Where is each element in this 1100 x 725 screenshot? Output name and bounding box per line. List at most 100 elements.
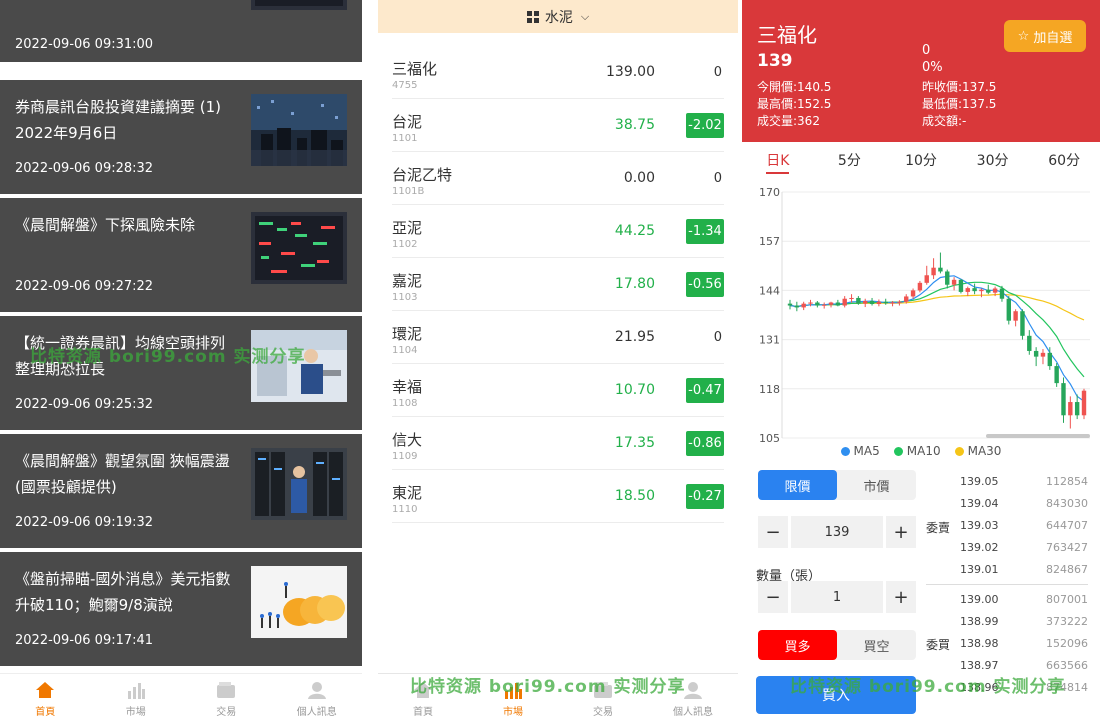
tab-60min[interactable]: 60分 [1028,148,1100,176]
stock-change: 0 [713,330,722,345]
ask-price: 139.05 [960,475,999,488]
candle-body [938,267,943,272]
stock-row[interactable]: 台泥乙特 1101B 0.00 0 [392,152,724,205]
tab-trade-label: 交易 [216,707,237,718]
candle-body [842,298,847,306]
news-item[interactable]: 《晨間解盤》觀望氛圍 狹幅震盪(國票投顧提供) 2022-09-06 09:19… [0,434,362,550]
sell-short-button[interactable]: 買空 [837,630,916,660]
news-time: 2022-09-06 09:25:32 [15,397,154,412]
tab-30min[interactable]: 30分 [957,148,1029,176]
category-selector[interactable]: 水泥 ⌵ [378,0,738,33]
ask-price: 139.01 [960,563,999,576]
city-night-image [251,94,347,166]
news-title: 《晨間解盤》下探風險未除 [15,216,196,234]
candle-body [849,297,854,299]
category-label: 水泥 [544,9,573,26]
ask-qty: 843030 [1046,497,1088,510]
tab-10min[interactable]: 10分 [885,148,957,176]
tab-market[interactable]: 市場 [91,674,182,725]
user-icon [684,682,702,699]
candle-body [787,303,793,306]
news-time: 2022-09-06 09:17:41 [15,633,154,648]
add-to-watchlist-button[interactable]: ☆ 加自選 [1004,20,1086,52]
stock-code: 1108 [392,398,418,409]
y-tick-label: 131 [759,334,780,347]
candle-body [815,302,820,306]
increase-quantity-button[interactable]: + [886,581,916,613]
ma30-line [789,293,1085,321]
stock-row[interactable]: 亞泥 1102 44.25 -1.34 [392,205,724,258]
candle-body [863,300,868,304]
tab-5min[interactable]: 5分 [814,148,886,176]
tab-daily-k[interactable]: 日K [742,148,814,176]
news-item[interactable]: 券商晨訊台股投資建議摘要 (1) 2022年9月6日 2022-09-06 09… [0,80,362,196]
stock-name: 環泥 [392,325,423,343]
stock-price: 17.80 [614,276,655,292]
candle-body [917,282,923,291]
stock-change: -0.47 [686,378,724,403]
stock-name: 信大 [392,431,423,449]
tab-trade-label: 交易 [593,707,613,718]
candle-body [1033,350,1039,357]
decrease-price-button[interactable]: − [758,516,788,548]
tab-home[interactable]: 首頁 [0,674,91,725]
candle-body [801,303,806,308]
decrease-quantity-button[interactable]: − [758,581,788,613]
stock-row[interactable]: 環泥 1104 21.95 0 [392,311,724,364]
stock-row[interactable]: 三福化 4755 139.00 0 [392,46,724,99]
tab-label: 日K [766,153,790,174]
ma10-line [789,281,1085,378]
stock-price: 18.50 [614,488,655,504]
stock-row[interactable]: 信大 1109 17.35 -0.86 [392,417,724,470]
news-item[interactable]: 【統一證券晨訊】均線空頭排列 整理期恐拉長 2022-09-06 09:25:3… [0,316,362,432]
stock-detail-panel: 三福化 139 0 0% 今開價:140.5 昨收價:137.5 最高價:152… [742,0,1100,725]
tab-trade[interactable]: 交易 [181,674,272,725]
bid-label: 委買 [926,638,951,652]
stock-row[interactable]: 嘉泥 1103 17.80 -0.56 [392,258,724,311]
news-item[interactable]: 2022-09-06 09:31:00 [0,0,362,64]
y-tick-label: 144 [759,284,780,297]
stock-row[interactable]: 台泥 1101 38.75 -2.02 [392,99,724,152]
chart-scrollbar [986,434,1090,438]
news-thumbnail [251,94,347,166]
price-input[interactable]: 139 [791,516,883,548]
stock-change: 0 [713,171,722,186]
orange-coins-image [251,566,347,638]
market-order-button[interactable]: 市價 [837,470,916,500]
ask-price: 139.03 [960,519,999,532]
buy-long-button[interactable]: 買多 [758,630,837,660]
tab-profile[interactable]: 個人訊息 [272,674,363,725]
limit-order-button[interactable]: 限價 [758,470,837,500]
candle-body [1054,366,1059,384]
quantity-input[interactable]: 1 [791,581,883,613]
news-item[interactable]: 《晨間解盤》下探風險未除 2022-09-06 09:27:22 [0,198,362,314]
bid-qty: 152096 [1046,637,1088,650]
tab-home-label: 首頁 [35,707,56,718]
candle-body [1061,383,1066,416]
stock-change: -1.34 [686,219,724,244]
turnover-amount: 成交額:- [922,114,967,128]
candle-body [979,289,984,292]
bid-row: 139.00 807001 [960,593,1088,614]
volume: 成交量:362 [757,114,820,128]
ask-qty: 824867 [1046,563,1088,576]
market-panel: 水泥 ⌵ 三福化 4755 139.00 0 台泥 1101 38.75 -2.… [378,0,738,725]
stock-code: 4755 [392,80,418,91]
candle-body [1020,311,1025,336]
candle-body [1068,402,1073,416]
stock-price: 38.75 [614,117,655,133]
add-to-watchlist-label: 加自選 [1033,30,1073,46]
bid-qty: 373222 [1046,615,1088,628]
increase-price-button[interactable]: + [886,516,916,548]
candle-body [965,288,970,292]
prev-close-price: 昨收價:137.5 [922,80,997,94]
stock-row[interactable]: 幸福 1108 10.70 -0.47 [392,364,724,417]
stock-name: 嘉泥 [392,272,423,290]
kline-chart[interactable]: 170 157 144 131 118 105 [742,180,1100,442]
news-item[interactable]: 《盤前掃瞄-國外消息》美元指數升破110；鮑爾9/8演說 2022-09-06 … [0,552,362,668]
news-title: 券商晨訊台股投資建議摘要 (1) 2022年9月6日 [15,98,222,142]
candle-body [890,302,895,304]
price-change: 0 [922,43,931,58]
news-thumbnail [251,0,347,10]
stock-row[interactable]: 東泥 1110 18.50 -0.27 [392,470,724,523]
